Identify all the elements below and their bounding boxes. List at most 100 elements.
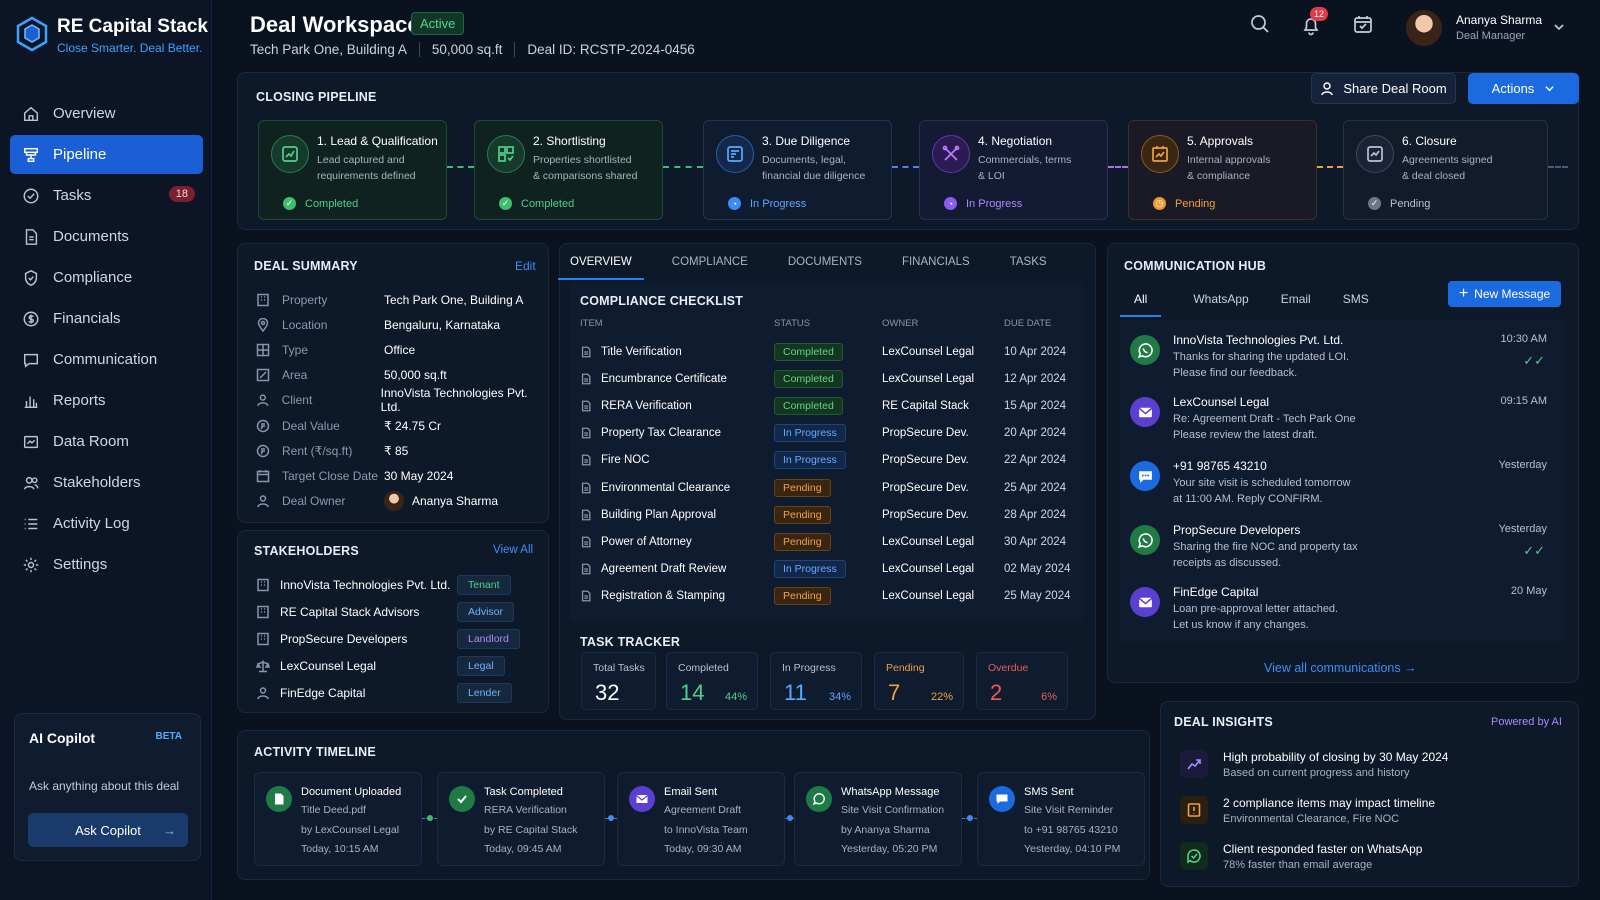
- sidebar-item-documents[interactable]: Documents: [10, 217, 203, 256]
- new-message-button[interactable]: + New Message: [1448, 281, 1561, 307]
- checklist-owner: LexCounsel Legal: [882, 590, 975, 603]
- channel-tab-sms[interactable]: SMS: [1343, 292, 1369, 317]
- timeline-dot: [427, 815, 433, 821]
- actions-button[interactable]: Actions: [1468, 73, 1579, 104]
- chevron-down-icon[interactable]: [1553, 21, 1565, 33]
- task-stat-card[interactable]: In Progress 11 34%: [770, 652, 862, 710]
- table-row[interactable]: Encumbrance Certificate Completed LexCouns…: [580, 365, 1080, 392]
- task-stat-card[interactable]: Pending 7 22%: [874, 652, 964, 710]
- view-all-link[interactable]: View All: [493, 544, 533, 556]
- task-stat-card[interactable]: Completed 14 44%: [666, 652, 758, 710]
- sidebar-item-activity-log[interactable]: Activity Log: [10, 504, 203, 543]
- timeline-event-card[interactable]: Task Completed RERA Verification by RE Cap…: [437, 772, 605, 866]
- view-all-communications-link[interactable]: View all communications →: [1264, 661, 1417, 675]
- stakeholder-row[interactable]: PropSecure Developers Landlord: [256, 625, 526, 652]
- powered-by-ai-label: Powered by AI: [1491, 716, 1562, 728]
- stakeholder-row[interactable]: LexCounsel Legal Legal: [256, 653, 526, 680]
- channel-tabs: All WhatsApp Email SMS: [1120, 292, 1369, 317]
- message-preview[interactable]: Sharing the fire NOC and property tax rec…: [1173, 539, 1433, 571]
- table-row[interactable]: Agreement Draft Review In Progress LexCoun…: [580, 556, 1080, 583]
- checklist-due-date: 20 Apr 2024: [1004, 427, 1067, 440]
- sidebar-item-compliance[interactable]: Compliance: [10, 258, 203, 297]
- tab-compliance[interactable]: COMPLIANCE: [672, 249, 748, 280]
- sidebar-item-data-room[interactable]: Data Room: [10, 422, 203, 461]
- stakeholder-role-tag: Landlord: [457, 628, 520, 649]
- sidebar-item-stakeholders[interactable]: Stakeholders: [10, 463, 203, 502]
- table-row[interactable]: Title Verification Completed LexCounsel Le…: [580, 338, 1080, 365]
- negotiation-icon: [942, 145, 960, 161]
- checklist-item: Agreement Draft Review: [601, 563, 727, 576]
- stakeholders-title: STAKEHOLDERS: [254, 544, 359, 558]
- summary-label: Deal Owner: [282, 494, 346, 509]
- checklist-owner: PropSecure Dev.: [882, 454, 969, 467]
- building-icon: [257, 632, 269, 646]
- pipeline-stage-6[interactable]: 6. Closure Agreements signed & deal close…: [1343, 120, 1548, 220]
- share-deal-room-button[interactable]: Share Deal Room: [1311, 73, 1456, 104]
- avatar[interactable]: [1406, 10, 1442, 46]
- message-preview[interactable]: Loan pre-approval letter attached. Let us…: [1173, 601, 1433, 633]
- calendar-icon[interactable]: [1352, 13, 1374, 35]
- edit-link[interactable]: Edit: [515, 259, 536, 273]
- sidebar-item-communication[interactable]: Communication: [10, 340, 203, 379]
- tab-documents[interactable]: DOCUMENTS: [788, 249, 862, 280]
- timeline-event-card[interactable]: SMS Sent Site Visit Reminder to +91 98765 …: [977, 772, 1145, 866]
- folder-icon: [23, 435, 39, 448]
- message-preview[interactable]: Thanks for sharing the updated LOI. Pleas…: [1173, 349, 1433, 381]
- table-row[interactable]: Power of Attorney Pending LexCounsel Legal…: [580, 528, 1080, 555]
- shield-icon: [24, 269, 38, 286]
- pipeline-stage-2[interactable]: 2. Shortlisting Properties shortlisted & …: [474, 120, 663, 220]
- table-row[interactable]: Registration & Stamping Pending LexCounsel…: [580, 583, 1080, 610]
- status-badge: Pending: [774, 505, 831, 524]
- stage-desc-line: & LOI: [978, 170, 1005, 182]
- progress-icon: ◔: [728, 197, 741, 210]
- stakeholder-row[interactable]: FinEdge Capital Lender: [256, 680, 526, 707]
- sidebar-item-financials[interactable]: Financials: [10, 299, 203, 338]
- summary-value: 50,000 sq.ft: [384, 368, 447, 383]
- table-row[interactable]: Fire NOC In Progress PropSecure Dev. 22 Apr…: [580, 447, 1080, 474]
- check-circle-icon: [23, 188, 39, 203]
- table-row[interactable]: RERA Verification Completed RE Capital Sta…: [580, 392, 1080, 419]
- stakeholder-role-tag: Tenant: [457, 574, 511, 595]
- channel-tab-whatsapp[interactable]: WhatsApp: [1193, 292, 1248, 317]
- tab-overview[interactable]: OVERVIEW: [558, 249, 644, 280]
- table-row[interactable]: Environmental Clearance Pending PropSecure…: [580, 474, 1080, 501]
- sidebar-item-tasks[interactable]: Tasks 18: [10, 176, 203, 215]
- stakeholder-row[interactable]: RE Capital Stack Advisors Advisor: [256, 598, 526, 625]
- message-sender[interactable]: FinEdge Capital: [1173, 585, 1258, 599]
- tab-financials[interactable]: FINANCIALS: [902, 249, 970, 280]
- tab-tasks[interactable]: TASKS: [1010, 249, 1047, 280]
- task-stat-card[interactable]: Overdue 2 6%: [976, 652, 1068, 710]
- stakeholder-row[interactable]: InnoVista Technologies Pvt. Ltd. Tenant: [256, 571, 526, 598]
- message-sender[interactable]: InnoVista Technologies Pvt. Ltd.: [1173, 333, 1343, 347]
- sidebar-item-overview[interactable]: Overview: [10, 94, 203, 133]
- table-row[interactable]: Property Tax Clearance In Progress PropSec…: [580, 420, 1080, 447]
- timeline-event-card[interactable]: Document Uploaded Title Deed.pdf by LexCou…: [254, 772, 422, 866]
- sidebar-item-settings[interactable]: Settings: [10, 545, 203, 584]
- search-icon[interactable]: [1249, 13, 1271, 35]
- pipeline-stage-1[interactable]: 1. Lead & Qualification Lead captured an…: [258, 120, 447, 220]
- message-sender[interactable]: PropSecure Developers: [1173, 523, 1300, 537]
- message-line: Please find our feedback.: [1173, 367, 1298, 379]
- table-row[interactable]: Building Plan Approval Pending PropSecure …: [580, 501, 1080, 528]
- sidebar-item-pipeline[interactable]: Pipeline: [10, 135, 203, 174]
- summary-value: Ananya Sharma: [412, 494, 499, 509]
- message-preview[interactable]: Re: Agreement Draft - Tech Park One Pleas…: [1173, 411, 1433, 443]
- task-stat-card[interactable]: Total Tasks 32: [581, 652, 656, 710]
- channel-tab-all[interactable]: All: [1120, 292, 1162, 317]
- timeline-event-card[interactable]: Email Sent Agreement Draft to InnoVista Te…: [617, 772, 785, 866]
- stage-icon: [716, 135, 754, 173]
- message-preview[interactable]: Your site visit is scheduled tomorrow at …: [1173, 475, 1433, 507]
- ask-copilot-button[interactable]: Ask Copilot →: [28, 813, 188, 847]
- sidebar-item-label: Compliance: [53, 269, 133, 286]
- message-sender[interactable]: +91 98765 43210: [1173, 459, 1267, 473]
- stage-title: 2. Shortlisting: [533, 134, 606, 148]
- sidebar-item-reports[interactable]: Reports: [10, 381, 203, 420]
- timeline-event-card[interactable]: WhatsApp Message Site Visit Confirmation b…: [794, 772, 962, 866]
- pipeline-stage-3[interactable]: 3. Due Diligence Documents, legal, financ…: [703, 120, 892, 220]
- message-sender[interactable]: LexCounsel Legal: [1173, 395, 1269, 409]
- document-icon: [581, 590, 591, 602]
- channel-tab-email[interactable]: Email: [1281, 292, 1311, 317]
- pipeline-stage-4[interactable]: 4. Negotiation Commercials, terms & LOI ◔…: [919, 120, 1108, 220]
- document-icon: [581, 400, 591, 412]
- pipeline-stage-5[interactable]: 5. Approvals Internal approvals & complia…: [1128, 120, 1317, 220]
